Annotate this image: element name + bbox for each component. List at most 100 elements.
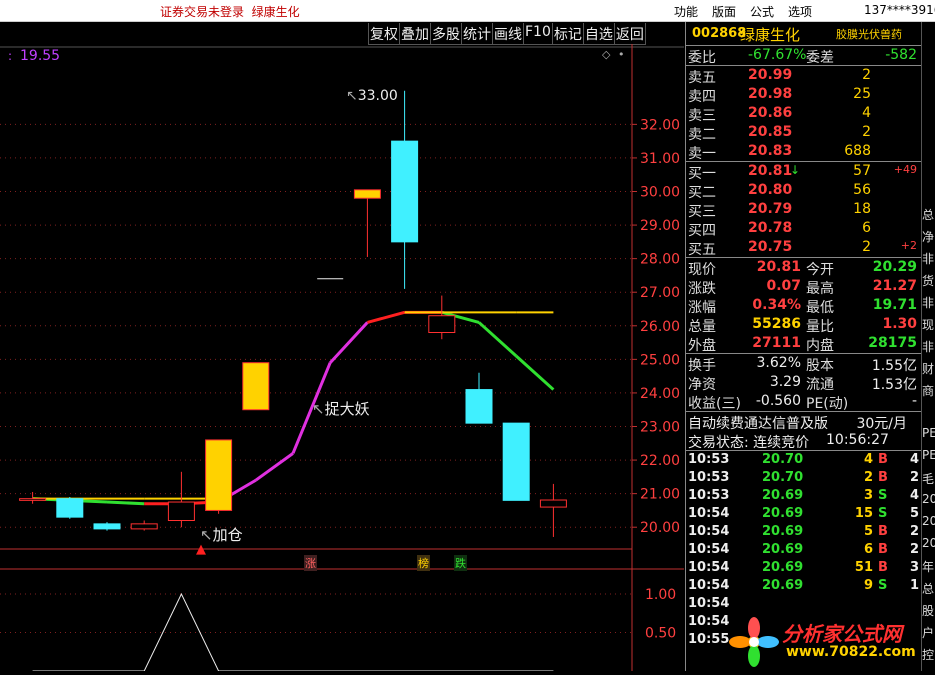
far-right-label: [922, 404, 935, 426]
far-right-panel: 总净非货非现非财商 PE PE 毛 20 20 20 年总股户控: [921, 22, 935, 671]
fee-row[interactable]: 自动续费通达信普及版 30元/月: [686, 412, 921, 433]
bid-row[interactable]: 买三 20.79 18: [686, 200, 921, 220]
tick-count: 4: [910, 488, 920, 503]
fundamental-label: PE(动): [806, 396, 849, 412]
bid-price: 20.79: [748, 201, 793, 217]
marker-die[interactable]: 跌: [454, 555, 467, 571]
toolbar-draw-button[interactable]: 画线: [492, 23, 524, 45]
fundamental-value: -0.560: [755, 393, 801, 409]
bid-row[interactable]: 买五 20.75 2 +2: [686, 238, 921, 258]
toolbar-fuquan-button[interactable]: 复权: [368, 23, 400, 45]
ask-label: 卖三: [688, 108, 716, 124]
ask-row[interactable]: 卖五 20.99 2: [686, 66, 921, 86]
stat-label: 总量: [688, 319, 716, 335]
toolbar-back-button[interactable]: 返回: [613, 23, 646, 45]
far-right-label: 非: [922, 252, 935, 266]
far-right-label: 财: [922, 362, 935, 376]
annotation-zhuodayao: ↖捉大妖: [312, 400, 370, 418]
candle-body: [93, 523, 121, 530]
tick-side: S: [878, 506, 888, 521]
annotation-jiacang: ↖加仓: [200, 526, 243, 544]
stat-row: 现价 20.81 今开 20.29: [686, 258, 921, 278]
fundamental-value: 1.55亿: [871, 358, 917, 374]
tick-volume: 2: [863, 470, 873, 485]
price-tick-label: 31.00: [640, 151, 680, 167]
quote-panel: 002868 绿康生化 胶膜光伏兽药 委比 -67.67% 委差 -582 卖五…: [685, 22, 921, 671]
toolbar-multi-button[interactable]: 多股: [430, 23, 462, 45]
ma-segment: [329, 321, 369, 364]
ask-row[interactable]: 卖二 20.85 2: [686, 123, 921, 143]
main-menu: 功能 版面 公式 选项: [674, 3, 812, 20]
menu-layout[interactable]: 版面: [712, 3, 736, 20]
toolbar-stats-button[interactable]: 统计: [461, 23, 493, 45]
far-right-label: 非: [922, 340, 935, 354]
tick-volume: 9: [863, 578, 873, 593]
tick-time: 10:54: [688, 560, 730, 575]
tick-volume: 51: [854, 560, 873, 575]
trade-tick-row: 10:54 20.69 9 S 1: [686, 577, 921, 595]
stat-row: 外盘 27111 内盘 28175: [686, 334, 921, 354]
ask-price: 20.98: [748, 86, 793, 102]
diamond-icon[interactable]: ◇: [602, 48, 611, 61]
marker-zhang[interactable]: 涨: [304, 555, 317, 571]
toolbar-overlay-button[interactable]: 叠加: [399, 23, 431, 45]
toolbar-mark-button[interactable]: 标记: [551, 23, 584, 45]
menu-formula[interactable]: 公式: [750, 3, 774, 20]
stat-value: 0.07: [766, 278, 801, 294]
fee-price[interactable]: 30元/月: [856, 413, 907, 433]
fee-text[interactable]: 自动续费通达信普及版: [688, 413, 828, 433]
kline-svg[interactable]: 19.55 : ◇ • 32.00 31.00 30.00 29.00 28.00 27.…: [0, 44, 684, 672]
toolbar-watchlist-button[interactable]: 自选: [582, 23, 615, 45]
bid-label: 买三: [688, 204, 716, 220]
dot-icon: •: [618, 48, 625, 61]
menu-options[interactable]: 选项: [788, 3, 812, 20]
stat-label: 今开: [806, 262, 834, 278]
kline-chart[interactable]: 19.55 : ◇ • 32.00 31.00 30.00 29.00 28.00 27.…: [0, 44, 684, 672]
far-right-label: 非: [922, 296, 935, 310]
bid-row[interactable]: 买二 20.80 56: [686, 181, 921, 201]
menu-function[interactable]: 功能: [674, 3, 698, 20]
trade-tick-row: 10:54 20.69 15 S 5: [686, 505, 921, 523]
candle-body: [353, 189, 381, 199]
tick-side: S: [878, 578, 888, 593]
stat-label: 最高: [806, 281, 834, 297]
bid-volume: 6: [862, 220, 871, 236]
pinwheel-icon: [729, 617, 779, 667]
fundamental-value: -: [911, 393, 917, 409]
tick-price: 20.69: [762, 506, 804, 521]
stat-label: 量比: [806, 319, 834, 335]
user-account[interactable]: 137****3916: [864, 3, 935, 17]
bid-row[interactable]: 买四 20.78 6: [686, 219, 921, 239]
candle-body: [465, 389, 493, 424]
tick-price: 20.69: [762, 542, 804, 557]
fundamental-label: 换手: [688, 358, 716, 374]
fundamental-label: 收益(三): [688, 396, 741, 412]
watermark-site: 分析家公式网: [782, 622, 902, 646]
fundamental-row: 收益(三) -0.560 PE(动) -: [686, 392, 921, 412]
bid-row[interactable]: 买一 20.81 ↓ 57 +49: [686, 162, 921, 182]
candle-body: [130, 523, 158, 530]
far-right-label: 20: [922, 492, 935, 506]
tick-count: 4: [910, 452, 920, 467]
ask-row[interactable]: 卖四 20.98 25: [686, 85, 921, 105]
tick-price: 20.69: [762, 524, 804, 539]
marker-bang[interactable]: 榜: [417, 555, 430, 571]
toolbar-f10-button[interactable]: F10: [523, 23, 553, 45]
tick-time: 10:55: [688, 632, 730, 647]
bid-price: 20.81: [748, 163, 793, 179]
trade-tick-row: 10:53 20.70 2 B 2: [686, 469, 921, 487]
stat-label: 现价: [688, 262, 716, 278]
tick-time: 10:54: [688, 614, 730, 629]
trade-status: 交易状态: 连续竞价: [688, 435, 810, 451]
trade-tick-row: 10:53 20.70 4 B 4: [686, 451, 921, 469]
tick-volume: 5: [863, 524, 873, 539]
far-right-label: 年: [922, 560, 935, 574]
ask-row[interactable]: 卖一 20.83 688: [686, 142, 921, 162]
tick-price: 20.69: [762, 488, 804, 503]
ask-label: 卖一: [688, 146, 716, 162]
price-tick-label: 29.00: [640, 218, 680, 234]
stat-value: 20.81: [756, 259, 801, 275]
tick-time: 10:53: [688, 452, 730, 467]
ask-row[interactable]: 卖三 20.86 4: [686, 104, 921, 124]
tick-time: 10:54: [688, 542, 730, 557]
